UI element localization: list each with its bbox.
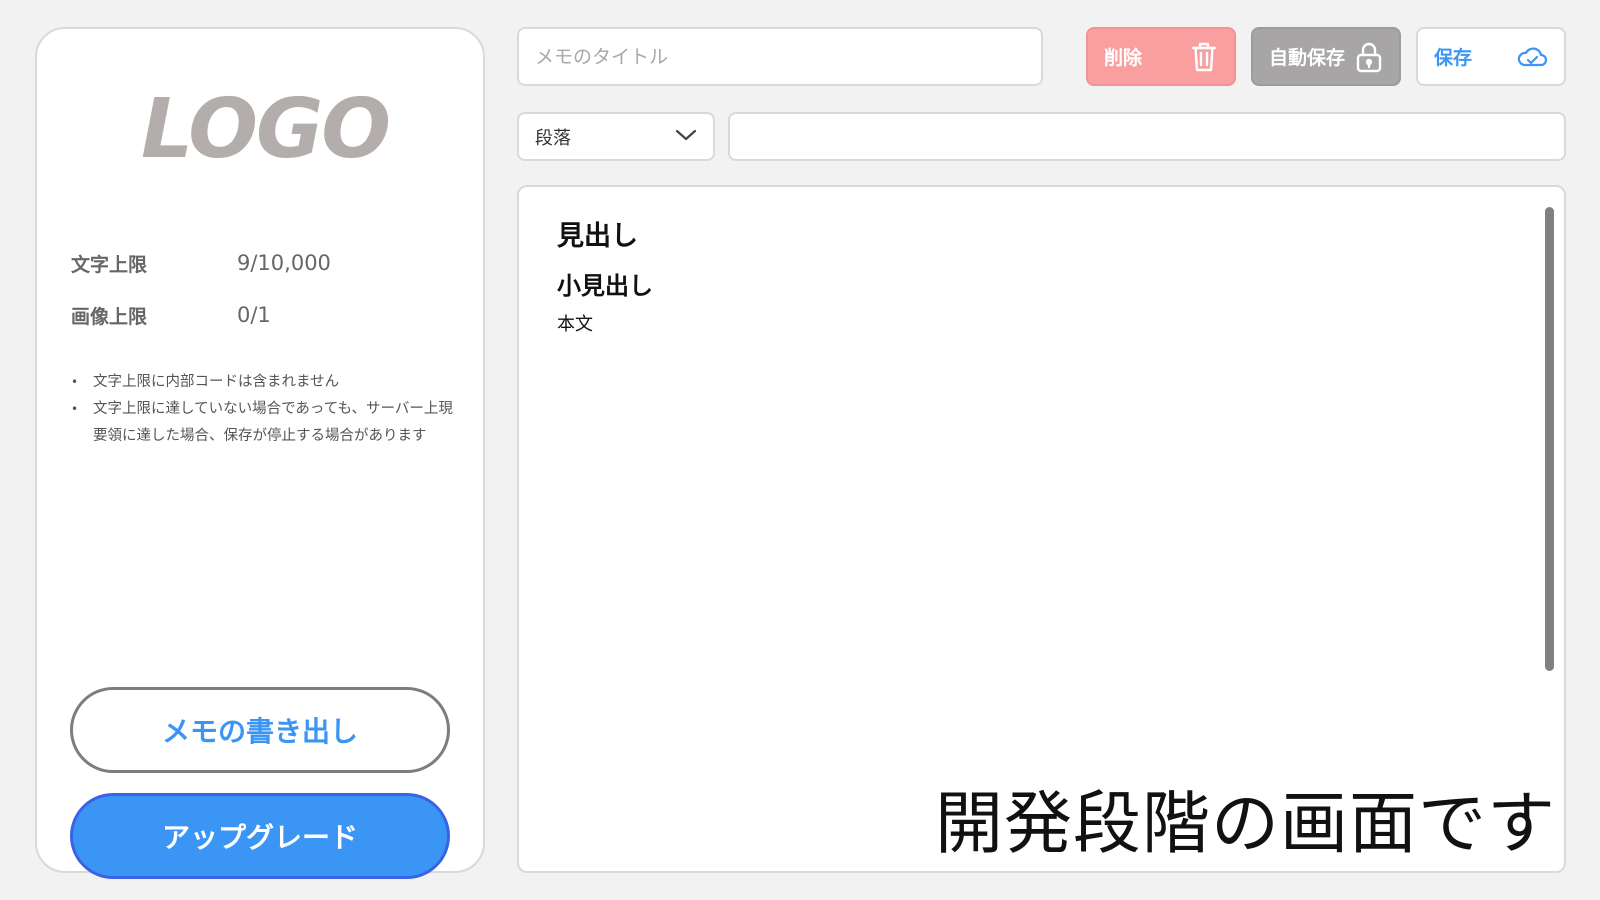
cloud-icon <box>1516 45 1548 69</box>
note-item: • 文字上限に内部コードは含まれません <box>71 369 463 396</box>
delete-label: 削除 <box>1104 47 1143 69</box>
sidebar: LOGO 文字上限 9/10,000 画像上限 0/1 • 文字上限に内部コードは… <box>35 27 485 879</box>
image-limit-row: 画像上限 0/1 <box>71 289 451 341</box>
text-limit-label: 文字上限 <box>71 253 148 276</box>
autosave-button[interactable]: 自動保存 <box>1251 27 1401 86</box>
bullet-icon: • <box>71 402 79 416</box>
memo-title-input[interactable] <box>517 27 1043 86</box>
export-memo-button[interactable]: メモの書き出し <box>70 687 450 773</box>
paragraph-style-select[interactable]: 段落 <box>517 112 715 161</box>
bullet-icon: • <box>71 375 79 389</box>
image-limit-label: 画像上限 <box>71 305 148 328</box>
editor-body-text: 本文 <box>557 314 593 335</box>
image-limit-value: 0/1 <box>237 303 271 327</box>
format-toolbar[interactable] <box>728 112 1566 161</box>
editor-content: 見出し 小見出し 本文 <box>557 223 653 334</box>
development-stage-note: 開発段階の画面です <box>934 785 1556 864</box>
note-text: 文字上限に内部コードは含まれません <box>93 374 340 390</box>
paragraph-style-value: 段落 <box>535 127 571 149</box>
note-text: 文字上限に達していない場合であっても、サーバー上現要領に達した場合、保存が停止す… <box>93 401 453 444</box>
upgrade-button[interactable]: アップグレード <box>70 793 450 879</box>
editor-scrollbar[interactable] <box>1545 207 1554 671</box>
editor-heading: 見出し <box>557 221 638 252</box>
notes-list: • 文字上限に内部コードは含まれません • 文字上限に達していない場合であっても、サ… <box>71 369 463 450</box>
limits-panel: 文字上限 9/10,000 画像上限 0/1 <box>71 237 451 341</box>
save-button[interactable]: 保存 <box>1416 27 1566 86</box>
editor-subheading: 小見出し <box>557 272 653 300</box>
note-item: • 文字上限に達していない場合であっても、サーバー上現要領に達した場合、保存が停止… <box>71 396 463 450</box>
chevron-down-icon <box>675 126 697 147</box>
text-limit-row: 文字上限 9/10,000 <box>71 237 451 289</box>
logo: LOGO <box>140 82 391 177</box>
autosave-label: 自動保存 <box>1269 47 1346 69</box>
lock-icon <box>1355 41 1383 73</box>
trash-icon <box>1190 41 1218 73</box>
memo-editor[interactable]: 見出し 小見出し 本文 開発段階の画面です <box>517 185 1566 873</box>
delete-button[interactable]: 削除 <box>1086 27 1236 86</box>
text-limit-value: 9/10,000 <box>237 251 331 275</box>
save-label: 保存 <box>1434 47 1473 69</box>
